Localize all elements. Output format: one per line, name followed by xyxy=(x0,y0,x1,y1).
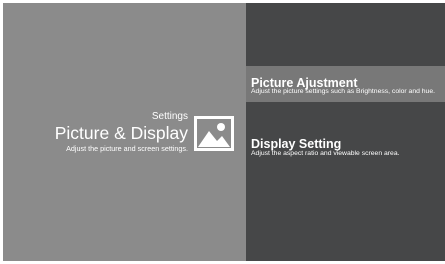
menu-item-picture-adjustment[interactable]: Picture Ajustment Adjust the picture set… xyxy=(246,66,445,102)
settings-screen: Settings Picture & Display Adjust the pi… xyxy=(3,3,445,261)
page-subtitle: Adjust the picture and screen settings. xyxy=(66,144,188,153)
menu-panel: Picture Ajustment Adjust the picture set… xyxy=(246,3,445,261)
section-header-panel: Settings Picture & Display Adjust the pi… xyxy=(3,3,246,261)
menu-item-label: Display Setting xyxy=(251,137,342,151)
picture-landscape-icon xyxy=(194,116,234,151)
menu-item-display-setting[interactable]: Display Setting Adjust the aspect ratio … xyxy=(246,128,445,164)
menu-item-description: Adjust the picture settings such as Brig… xyxy=(251,88,435,95)
section-header: Settings Picture & Display Adjust the pi… xyxy=(55,111,188,154)
page-title: Picture & Display xyxy=(54,123,188,143)
menu-item-description: Adjust the aspect ratio and viewable scr… xyxy=(251,150,400,157)
category-label: Settings xyxy=(151,111,188,122)
